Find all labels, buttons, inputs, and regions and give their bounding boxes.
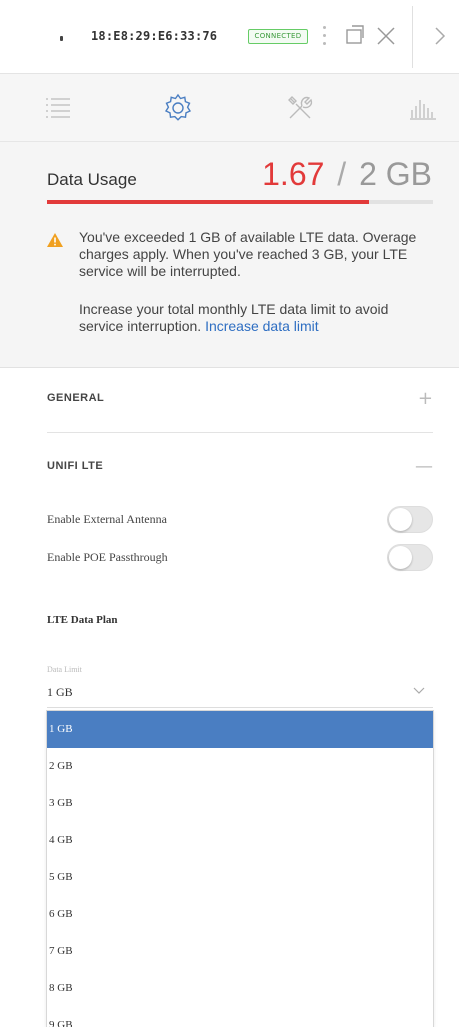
poe-passthrough-row: Enable POE Passthrough: [47, 544, 433, 572]
dropdown-option[interactable]: 6 GB: [47, 896, 433, 933]
data-used-value: 1.67: [262, 156, 325, 192]
section-unifi-lte-title: UNIFI LTE: [47, 460, 104, 472]
data-usage-value: 1.67 / 2 GB: [262, 156, 432, 193]
section-general-title: GENERAL: [47, 392, 105, 404]
data-usage-panel: Data Usage 1.67 / 2 GB You've exceeded 1…: [0, 142, 459, 368]
connected-status-badge: CONNECTED: [248, 29, 308, 44]
expand-icon[interactable]: +: [418, 388, 433, 409]
header-divider: [412, 6, 413, 68]
data-limit-selected-value: 1 GB: [47, 685, 73, 699]
tab-statistics[interactable]: [404, 88, 444, 128]
popout-button[interactable]: [341, 22, 369, 50]
popout-icon: [346, 25, 364, 44]
section-unifi-lte-header[interactable]: UNIFI LTE —: [47, 456, 433, 482]
overage-warning-text: You've exceeded 1 GB of available LTE da…: [79, 229, 417, 279]
chevron-right-icon: [435, 27, 446, 45]
data-limit-select[interactable]: 1 GB: [47, 682, 433, 708]
stats-icon: [410, 100, 436, 120]
data-usage-bar-fill: [47, 200, 370, 204]
dropdown-option[interactable]: 7 GB: [47, 933, 433, 970]
increase-data-limit-link[interactable]: Increase data limit: [205, 318, 319, 334]
dropdown-option[interactable]: 4 GB: [47, 822, 433, 859]
dropdown-option[interactable]: 3 GB: [47, 785, 433, 822]
device-header: 18:E8:29:E6:33:76 CONNECTED: [0, 0, 459, 74]
dropdown-option[interactable]: 8 GB: [47, 970, 433, 1007]
section-divider: [47, 432, 433, 433]
dropdown-option[interactable]: 5 GB: [47, 859, 433, 896]
panel-tabs: [0, 74, 459, 142]
data-usage-title: Data Usage: [47, 170, 137, 189]
external-antenna-label: Enable External Antenna: [47, 512, 167, 526]
lte-data-plan-title: LTE Data Plan: [47, 614, 118, 626]
close-icon: [377, 27, 395, 45]
data-limit-label: Data Limit: [47, 665, 82, 674]
collapse-icon[interactable]: —: [415, 456, 433, 477]
gear-icon: [164, 93, 192, 121]
warning-icon: [47, 233, 63, 247]
dropdown-option[interactable]: 2 GB: [47, 748, 433, 785]
device-icon: [58, 30, 64, 48]
next-device-button[interactable]: [426, 22, 454, 50]
tab-details[interactable]: [40, 88, 80, 128]
tab-settings[interactable]: [158, 88, 198, 128]
device-mac-address: 18:E8:29:E6:33:76: [91, 29, 218, 43]
section-general-header[interactable]: GENERAL +: [47, 388, 433, 414]
tab-tools[interactable]: [280, 88, 320, 128]
tools-icon: [288, 96, 313, 119]
data-usage-bar: [47, 200, 433, 204]
more-options-icon[interactable]: [322, 25, 328, 47]
increase-limit-text: Increase your total monthly LTE data lim…: [79, 301, 429, 335]
poe-passthrough-label: Enable POE Passthrough: [47, 550, 168, 564]
data-total-value: 2 GB: [359, 156, 432, 192]
dropdown-option[interactable]: 1 GB: [47, 711, 433, 748]
external-antenna-toggle[interactable]: [387, 506, 433, 533]
poe-passthrough-toggle[interactable]: [387, 544, 433, 571]
chevron-down-icon: [413, 687, 425, 694]
data-separator: /: [337, 156, 347, 192]
data-limit-dropdown: 1 GB 2 GB 3 GB 4 GB 5 GB 6 GB 7 GB 8 GB 9 GB: [46, 710, 434, 1027]
dropdown-option[interactable]: 9 GB: [47, 1007, 433, 1027]
close-button[interactable]: [372, 22, 400, 50]
list-icon: [46, 98, 70, 118]
external-antenna-row: Enable External Antenna: [47, 506, 433, 534]
